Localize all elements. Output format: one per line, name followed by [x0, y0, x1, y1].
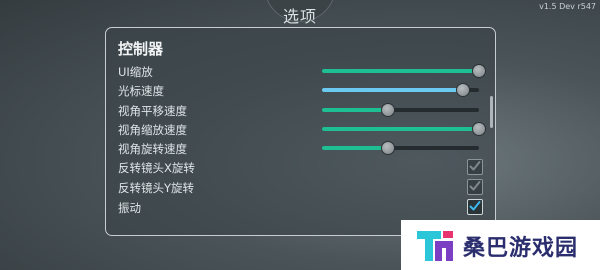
- vibration-checkbox[interactable]: [467, 199, 483, 215]
- slider-fill: [322, 108, 388, 112]
- camera-rotate-speed-label: 视角旋转速度: [118, 142, 187, 156]
- camera-rotate-speed-slider[interactable]: [322, 141, 479, 155]
- camera-pan-speed-slider[interactable]: [322, 103, 479, 117]
- page-title: 选项: [282, 7, 317, 26]
- invert-y-checkbox[interactable]: [467, 179, 483, 195]
- slider-thumb[interactable]: [456, 83, 470, 97]
- watermark-text: 桑巴游戏园: [463, 236, 579, 261]
- site-logo-icon: [417, 231, 453, 261]
- camera-zoom-speed-slider[interactable]: [322, 122, 486, 136]
- watermark-banner: 桑巴游戏园: [401, 220, 600, 270]
- camera-zoom-speed-label: 视角缩放速度: [118, 123, 187, 137]
- slider-fill: [322, 127, 479, 131]
- cursor-speed-slider[interactable]: [322, 83, 479, 97]
- slider-fill: [322, 69, 479, 73]
- invert-x-checkbox[interactable]: [467, 159, 483, 175]
- checkmark-icon: [469, 161, 481, 171]
- slider-thumb[interactable]: [472, 64, 486, 78]
- cursor-speed-label: 光标速度: [118, 84, 164, 98]
- controller-settings-panel: 控制器 UI缩放 光标速度 视角平移速度 视角缩放速度 视角旋转速度 反转镜头X…: [105, 27, 496, 236]
- slider-thumb[interactable]: [381, 103, 395, 117]
- invert-x-label: 反转镜头X旋转: [118, 161, 195, 175]
- invert-y-label: 反转镜头Y旋转: [118, 181, 195, 195]
- version-label: v1.5 Dev r547: [539, 2, 596, 11]
- camera-pan-speed-label: 视角平移速度: [118, 104, 187, 118]
- ui-scale-label: UI缩放: [118, 65, 153, 79]
- ui-scale-slider[interactable]: [322, 64, 486, 78]
- checkmark-icon: [469, 181, 481, 191]
- slider-thumb[interactable]: [381, 141, 395, 155]
- panel-scrollbar[interactable]: [490, 96, 493, 128]
- slider-fill: [322, 146, 388, 150]
- section-title: 控制器: [118, 40, 164, 58]
- slider-thumb[interactable]: [472, 122, 486, 136]
- checkmark-icon: [469, 201, 481, 211]
- slider-fill: [322, 88, 463, 92]
- vibration-label: 振动: [118, 201, 141, 215]
